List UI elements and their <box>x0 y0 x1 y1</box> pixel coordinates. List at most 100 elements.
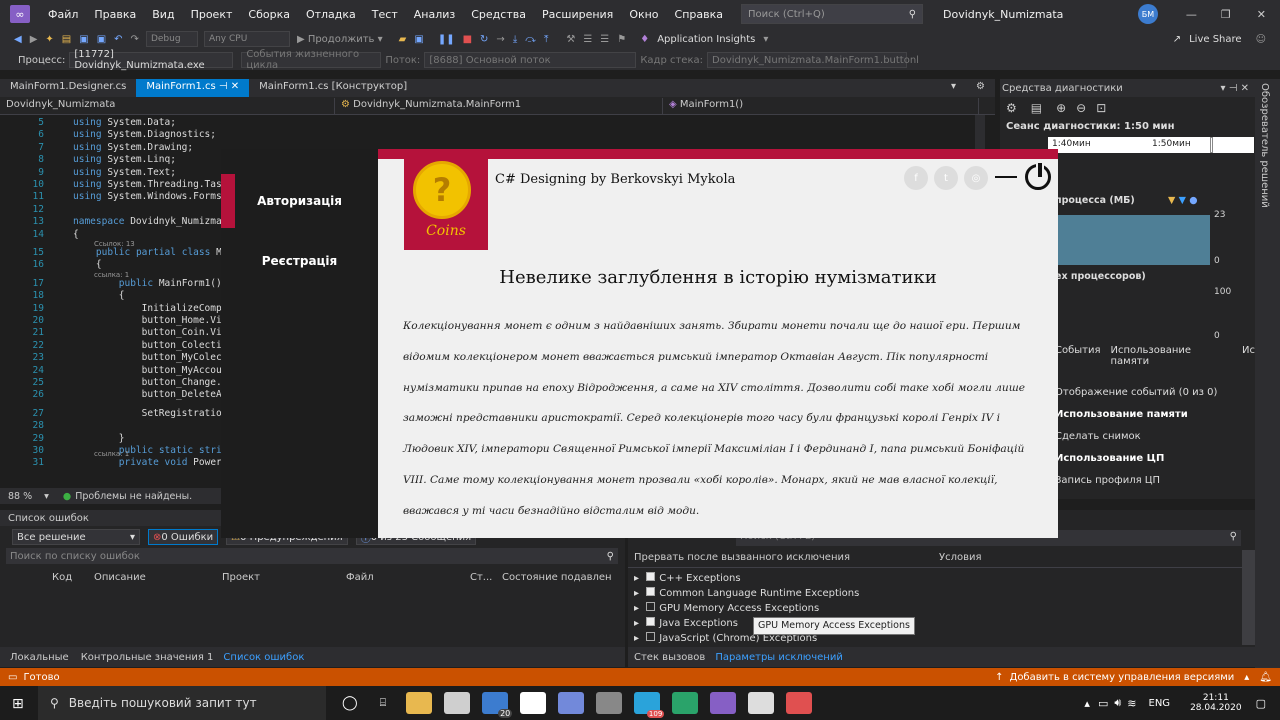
exception-item[interactable]: ▸ C++ Exceptions <box>634 572 859 587</box>
mail-icon[interactable]: 20 <box>482 692 513 718</box>
platform-select[interactable]: Any CPU <box>203 31 290 47</box>
taskbar-search-input[interactable]: ⚲ Введіть пошуковий запит тут <box>38 686 326 720</box>
global-search-input[interactable]: Поиск (Ctrl+Q) ⚲ <box>741 4 924 24</box>
continue-button[interactable]: ▶ Продолжить ▾ <box>297 34 383 45</box>
code-line[interactable]: } <box>73 433 125 444</box>
tray-chevron-icon[interactable]: ▴ <box>1084 697 1090 710</box>
error-scope-select[interactable]: Все решение ▾ <box>12 529 140 545</box>
exception-checkbox[interactable] <box>646 602 656 611</box>
application-insights-button[interactable]: Application Insights <box>657 34 755 45</box>
step-over-icon[interactable]: ⤼ <box>525 34 536 45</box>
windows-start-icon[interactable]: ⊞ <box>12 696 24 712</box>
record-cpu-profile-button[interactable]: Запись профиля ЦП <box>1055 475 1160 486</box>
menu-analyze[interactable]: Анализ <box>406 8 464 21</box>
code-line[interactable]: button_DeleteAc.V <box>73 389 239 400</box>
facebook-icon[interactable]: f <box>904 166 928 190</box>
exception-item[interactable]: ▸ GPU Memory Access Exceptions <box>634 602 859 617</box>
restore-window-icon[interactable]: ❐ <box>1221 8 1231 21</box>
menu-tools[interactable]: Средства <box>463 8 534 21</box>
insights-dropdown-icon[interactable]: ▾ <box>763 34 768 45</box>
menu-window[interactable]: Окно <box>621 8 666 21</box>
hot-reload-icon[interactable]: ⚒ <box>566 34 575 45</box>
code-line[interactable]: namespace Dovidnyk_Numizmata <box>73 216 233 227</box>
code-line[interactable]: using System.Drawing; <box>73 142 193 153</box>
code-line[interactable]: { <box>73 259 102 270</box>
minimize-app-button[interactable] <box>995 176 1017 178</box>
col-break-when-thrown[interactable]: Прервать после вызванного исключения <box>628 552 931 567</box>
save-all-icon[interactable]: ▣ <box>97 34 106 45</box>
instagram-icon[interactable]: ◎ <box>964 166 988 190</box>
menu-debug[interactable]: Отладка <box>298 8 364 21</box>
project-scope-select[interactable]: Dovidnyk_Numizmata <box>0 97 335 114</box>
errors-filter-button[interactable]: ⊗ 0 Ошибки <box>148 529 219 545</box>
menu-extensions[interactable]: Расширения <box>534 8 621 21</box>
code-line[interactable]: button_Change.Vis <box>73 377 239 388</box>
exception-scrollbar[interactable] <box>1242 550 1255 645</box>
timeline-cursor[interactable] <box>1210 137 1213 153</box>
exception-checkbox[interactable] <box>646 632 656 641</box>
code-line[interactable]: InitializeCompone <box>73 303 239 314</box>
restart-icon[interactable]: ↻ <box>480 34 488 45</box>
col-project[interactable]: Проект <box>222 572 346 583</box>
codelens-references[interactable]: ссылка: 1 <box>94 271 129 279</box>
solution-explorer-side-tab[interactable]: Обозреватель решений <box>1255 79 1280 669</box>
telegram-icon[interactable]: 109 <box>634 692 665 718</box>
expand-arrow-icon[interactable]: ▸ <box>634 618 639 629</box>
add-to-source-control-button[interactable]: Добавить в систему управления версиями <box>1010 672 1235 683</box>
live-share-button[interactable]: Live Share <box>1189 34 1241 45</box>
tab-designer-view[interactable]: MainForm1.cs [Конструктор] <box>249 79 417 97</box>
code-line[interactable]: using System.Diagnostics; <box>73 129 216 140</box>
back-icon[interactable]: ◀ <box>14 34 22 45</box>
tab-events[interactable]: События <box>1055 345 1101 367</box>
tab-call-stack[interactable]: Стек вызовов <box>634 652 705 663</box>
panel-pin-icon[interactable]: ⊣ <box>1229 83 1238 94</box>
notifications-icon[interactable]: 🔔︎ <box>1259 672 1272 683</box>
thread-select[interactable]: [8688] Основной поток <box>424 52 637 68</box>
code-line[interactable]: button_Colectione <box>73 340 239 351</box>
tab-mainform-cs[interactable]: MainForm1.cs ⊣ ✕ <box>136 79 250 97</box>
col-conditions[interactable]: Условия <box>931 552 982 567</box>
redo-icon[interactable]: ↷ <box>131 34 139 45</box>
code-line[interactable]: using System.Windows.Forms; <box>73 191 227 202</box>
tab-memory-usage[interactable]: Использование памяти <box>1111 345 1233 367</box>
menu-build[interactable]: Сборка <box>240 8 298 21</box>
nav-registration-button[interactable]: Реєстрація <box>221 237 378 285</box>
open-icon[interactable]: ▤ <box>62 34 71 45</box>
panel-menu-icon[interactable]: ▾ <box>1220 83 1225 94</box>
zoom-level[interactable]: 88 % <box>8 491 32 502</box>
live-share-icon[interactable]: ↗ <box>1173 34 1181 45</box>
task-view-icon[interactable]: ◯ <box>342 695 358 711</box>
code-line[interactable]: public MainForm1() <box>73 278 222 289</box>
code-line[interactable]: using System.Data; <box>73 117 176 128</box>
code-line[interactable]: public partial class Main <box>73 247 239 258</box>
unity-icon[interactable] <box>596 692 623 714</box>
menu-test[interactable]: Тест <box>364 8 406 21</box>
code-line[interactable]: button_Home.Visib <box>73 315 239 326</box>
show-next-statement-icon[interactable]: → <box>496 34 504 45</box>
menu-help[interactable]: Справка <box>667 8 731 21</box>
codelens-references[interactable]: Ссылок: 13 <box>94 240 135 248</box>
member-scope-select[interactable]: ◈ MainForm1() <box>663 97 979 114</box>
network-icon[interactable]: ≋ <box>1127 697 1136 710</box>
chevron-up-icon[interactable]: ▴ <box>1244 672 1249 683</box>
col-suppression[interactable]: Состояние подавлен <box>502 572 612 583</box>
take-snapshot-button[interactable]: Сделать снимок <box>1055 431 1141 442</box>
col-line[interactable]: Ст... <box>470 572 502 583</box>
stop-icon[interactable]: ■ <box>463 34 472 45</box>
twitter-icon[interactable]: t <box>934 166 958 190</box>
tab-error-list[interactable]: Список ошибок <box>223 652 304 663</box>
menu-file[interactable]: Файл <box>40 8 86 21</box>
code-line[interactable]: button_Coin.Visib <box>73 327 239 338</box>
language-indicator[interactable]: ENG <box>1149 698 1171 709</box>
error-search-input[interactable]: Поиск по списку ошибок ⚲ <box>6 548 618 564</box>
widgets-icon[interactable]: ⌸ <box>380 696 387 710</box>
undo-icon[interactable]: ↶ <box>114 34 122 45</box>
menu-project[interactable]: Проект <box>183 8 241 21</box>
zoom-out-icon[interactable]: ⊖ <box>1076 101 1086 115</box>
code-line[interactable]: button_MyAccount. <box>73 365 239 376</box>
stack-frame-select[interactable]: Dovidnyk_Numizmata.MainForm1.buttonl <box>707 52 919 68</box>
expand-arrow-icon[interactable]: ▸ <box>634 633 639 644</box>
expand-arrow-icon[interactable]: ▸ <box>634 603 639 614</box>
col-file[interactable]: Файл <box>346 572 470 583</box>
menu-view[interactable]: Вид <box>144 8 182 21</box>
